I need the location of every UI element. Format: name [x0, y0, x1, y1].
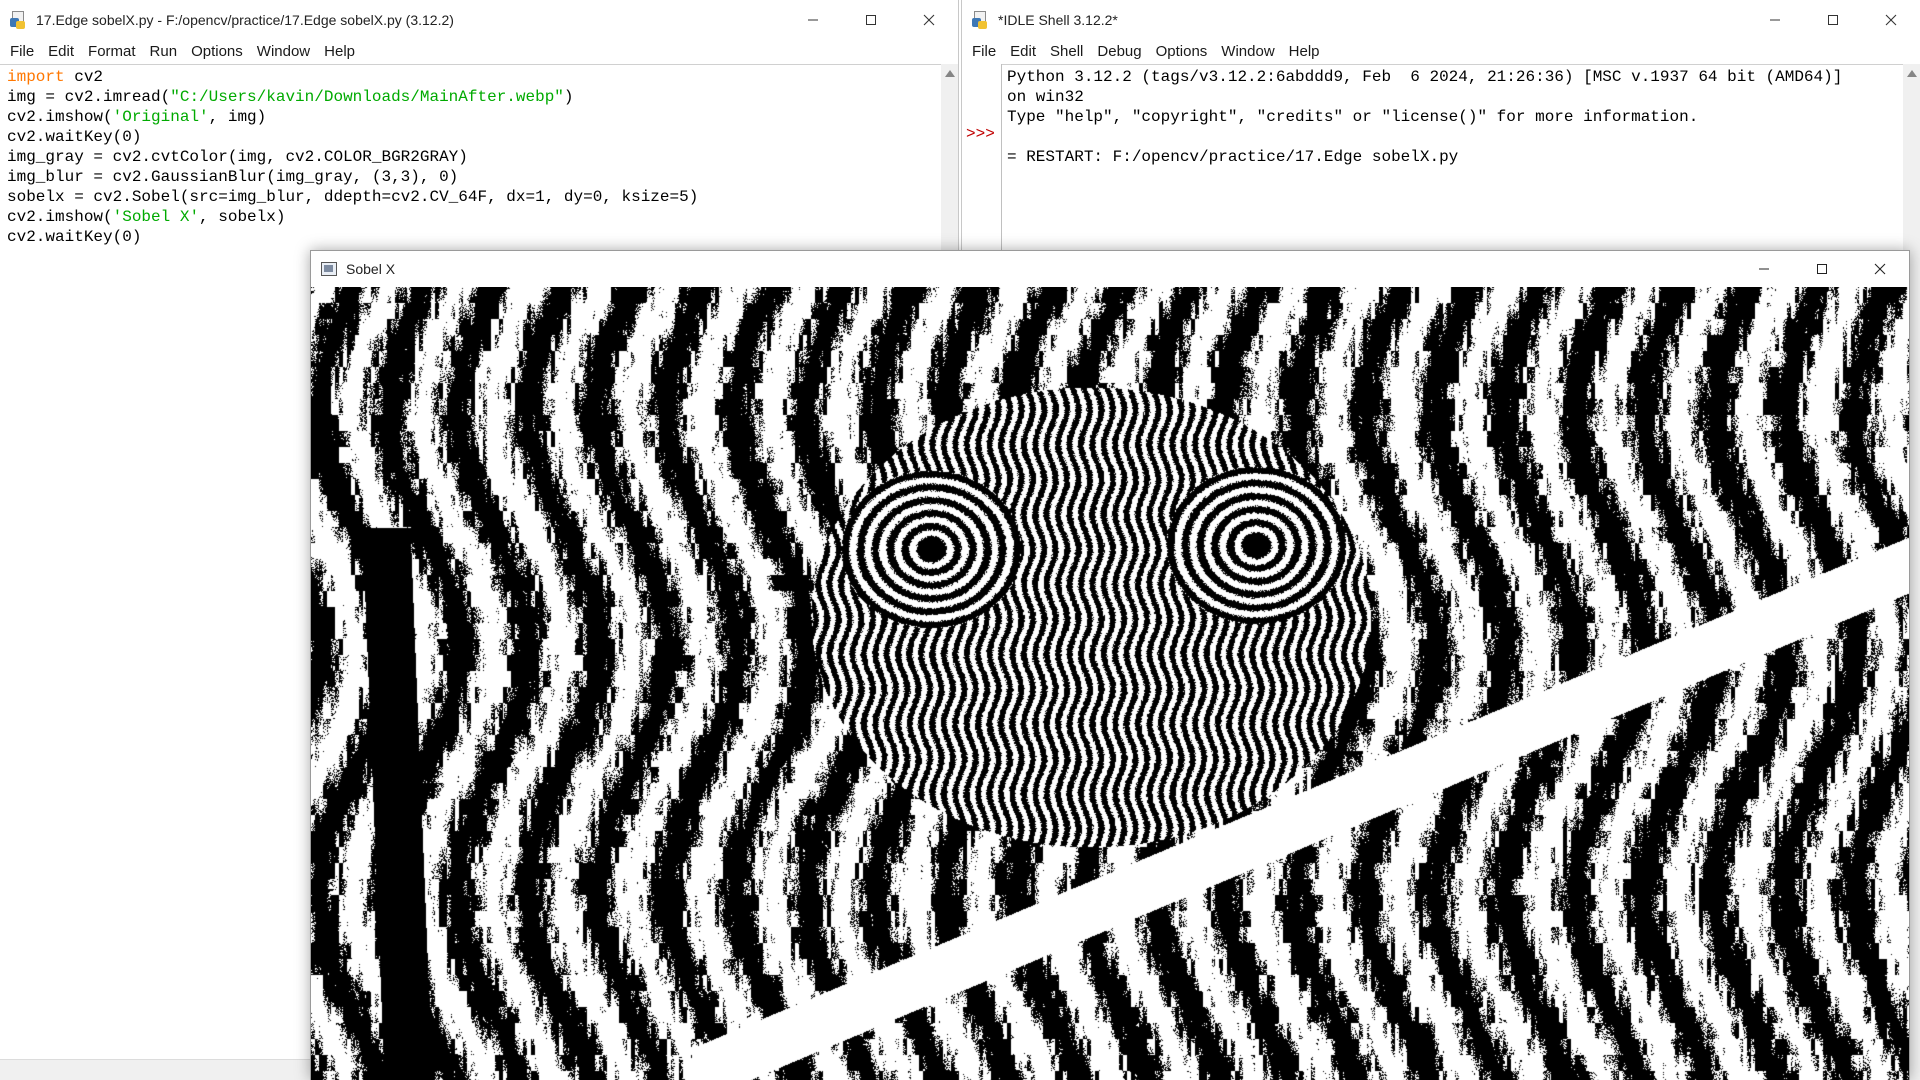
close-button[interactable]: [1851, 251, 1909, 287]
code-token: img_gray = cv2.cvtColor(img, cv2.COLOR_B…: [7, 148, 468, 166]
menu-debug[interactable]: Debug: [1090, 39, 1148, 64]
python-shell-icon: [972, 10, 990, 30]
menu-edit[interactable]: Edit: [1003, 39, 1043, 64]
editor-title: 17.Edge sobelX.py - F:/opencv/practice/1…: [36, 11, 454, 28]
maximize-button[interactable]: [842, 0, 900, 39]
menu-run[interactable]: Run: [143, 39, 185, 64]
code-string: "C:/Users/kavin/Downloads/MainAfter.webp…: [170, 88, 564, 106]
code-token: , img): [208, 108, 267, 126]
code-token: sobelx = cv2.Sobel(src=img_blur, ddepth=…: [7, 188, 699, 206]
shell-output-line: Python 3.12.2 (tags/v3.12.2:6abddd9, Feb…: [1007, 68, 1843, 86]
scroll-up-arrow-icon[interactable]: [1907, 70, 1917, 77]
code-line: import cv2: [7, 67, 934, 87]
editor-window-controls: [784, 0, 958, 39]
close-icon: [1885, 14, 1897, 25]
menu-help[interactable]: Help: [1282, 39, 1327, 64]
menu-shell[interactable]: Shell: [1043, 39, 1090, 64]
code-token: , sobelx): [199, 208, 286, 226]
menu-help[interactable]: Help: [317, 39, 362, 64]
code-line: img_gray = cv2.cvtColor(img, cv2.COLOR_B…: [7, 147, 934, 167]
code-line: cv2.waitKey(0): [7, 227, 934, 247]
maximize-icon: [866, 14, 876, 25]
code-line: cv2.imshow('Sobel X', sobelx): [7, 207, 934, 227]
code-token: img_blur = cv2.GaussianBlur(img_gray, (3…: [7, 168, 459, 186]
menu-window[interactable]: Window: [250, 39, 317, 64]
close-button[interactable]: [900, 0, 958, 39]
code-token: cv2: [64, 68, 104, 86]
minimize-button[interactable]: [1735, 251, 1793, 287]
minimize-icon: [808, 19, 818, 20]
minimize-icon: [1770, 19, 1780, 20]
menu-format[interactable]: Format: [81, 39, 143, 64]
code-line: img = cv2.imread("C:/Users/kavin/Downloa…: [7, 87, 934, 107]
python-file-icon: [10, 10, 28, 30]
code-token: cv2.waitKey(0): [7, 228, 142, 246]
code-keyword: import: [7, 68, 65, 86]
shell-window-controls: [1746, 0, 1920, 39]
code-string: 'Original': [112, 108, 209, 126]
menu-window[interactable]: Window: [1214, 39, 1281, 64]
code-token: cv2.waitKey(0): [7, 128, 142, 146]
menu-options[interactable]: Options: [1149, 39, 1215, 64]
window-app-icon: [321, 262, 337, 276]
sobel-x-title: Sobel X: [346, 261, 396, 277]
code-line: img_blur = cv2.GaussianBlur(img_gray, (3…: [7, 167, 934, 187]
shell-menubar: File Edit Shell Debug Options Window Help: [962, 39, 1920, 64]
close-icon: [923, 14, 935, 25]
code-token: img = cv2.imread(: [7, 88, 171, 106]
maximize-icon: [1828, 14, 1838, 25]
menu-file[interactable]: File: [3, 39, 41, 64]
maximize-icon: [1817, 264, 1827, 274]
sobel-x-titlebar[interactable]: Sobel X: [311, 251, 1909, 287]
editor-titlebar[interactable]: 17.Edge sobelX.py - F:/opencv/practice/1…: [0, 0, 958, 39]
code-token: cv2.imshow(: [7, 108, 113, 126]
shell-output-line: [1007, 127, 1898, 147]
scroll-up-arrow-icon[interactable]: [945, 70, 955, 77]
code-string: 'Sobel X': [112, 208, 200, 226]
code-line: cv2.imshow('Original', img): [7, 107, 934, 127]
menu-edit[interactable]: Edit: [41, 39, 81, 64]
close-icon: [1874, 263, 1886, 275]
shell-output-line: = RESTART: F:/opencv/practice/17.Edge so…: [1007, 148, 1459, 166]
code-token: ): [563, 88, 574, 106]
sobel-x-image: [311, 287, 1909, 1080]
code-line: cv2.waitKey(0): [7, 127, 934, 147]
maximize-button[interactable]: [1793, 251, 1851, 287]
sobel-x-window: Sobel X: [310, 250, 1910, 1080]
sobel-x-window-controls: [1735, 251, 1909, 287]
code-line: sobelx = cv2.Sobel(src=img_blur, ddepth=…: [7, 187, 934, 207]
shell-titlebar[interactable]: *IDLE Shell 3.12.2*: [962, 0, 1920, 39]
shell-title: *IDLE Shell 3.12.2*: [998, 11, 1118, 28]
menu-file[interactable]: File: [965, 39, 1003, 64]
shell-prompt: >>>: [966, 125, 995, 143]
maximize-button[interactable]: [1804, 0, 1862, 39]
menu-options[interactable]: Options: [184, 39, 250, 64]
shell-output-line: on win32: [1007, 88, 1084, 106]
minimize-button[interactable]: [784, 0, 842, 39]
close-button[interactable]: [1862, 0, 1920, 39]
editor-menubar: File Edit Format Run Options Window Help: [0, 39, 958, 64]
code-token: cv2.imshow(: [7, 208, 113, 226]
minimize-button[interactable]: [1746, 0, 1804, 39]
shell-output-line: Type "help", "copyright", "credits" or "…: [1007, 108, 1699, 126]
minimize-icon: [1759, 268, 1769, 270]
